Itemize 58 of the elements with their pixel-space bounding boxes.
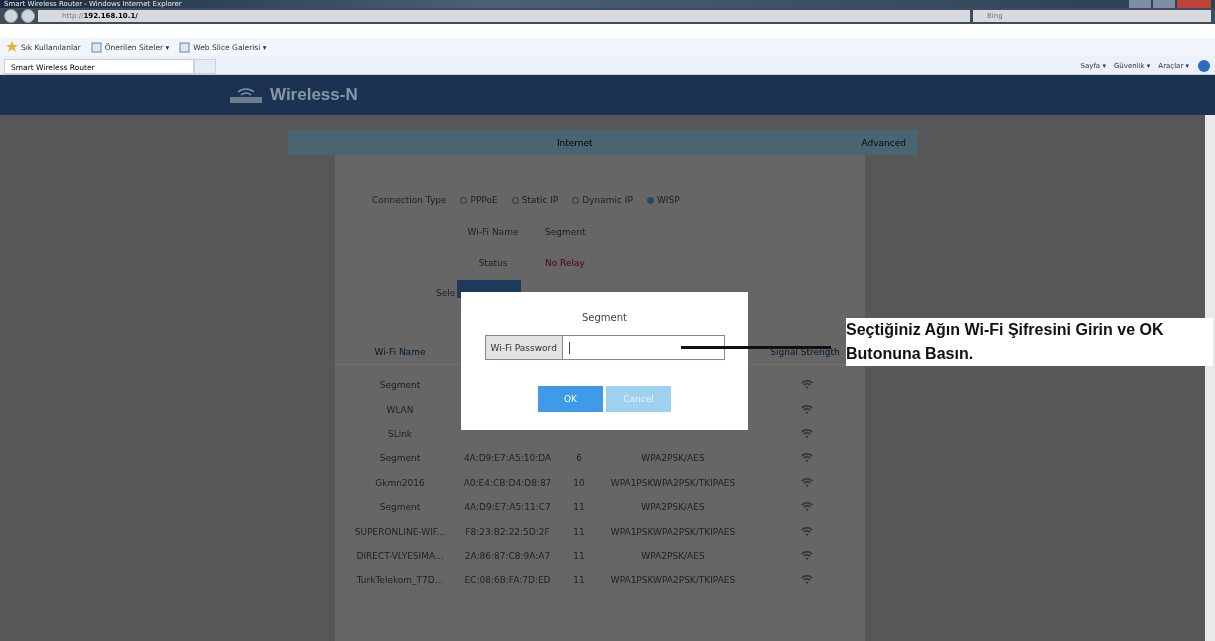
column-header: Wi-Fi Name (373, 347, 427, 357)
table-cell-text: EC:08:6B:FA:7D:ED (463, 575, 552, 586)
field-value: Segment (545, 226, 586, 237)
table-cell-text: 11 (572, 575, 586, 586)
table-cell-text: 11 (572, 502, 586, 513)
page-icon (179, 41, 191, 53)
table-cell-text: SUPERONLINE-WIF... (353, 526, 447, 537)
scrollbar[interactable] (1205, 115, 1215, 641)
logo-text: Wireless-N (270, 85, 358, 105)
table-cell-text: 11 (572, 550, 586, 561)
table-cell-text: WPA2PSK/AES (640, 550, 706, 561)
table-cell-text: Segment (378, 502, 422, 513)
new-tab-button[interactable] (194, 59, 216, 74)
table-cell-text: A0:E4:CB:D4:D8:87 (462, 477, 553, 488)
forward-button[interactable] (21, 9, 35, 23)
table-cell-text: WLAN (385, 404, 415, 415)
field-label: Wi-Fi Name (466, 226, 520, 237)
annotation-text: Seçtiğiniz Ağın Wi-Fi Şifresini Girin ve OK Butonuna Basın. (846, 318, 1213, 366)
wifi-signal-icon (800, 549, 813, 560)
wifi-signal-icon (800, 501, 813, 512)
field-label: Sele (436, 288, 456, 298)
table-cell-text: 6 (575, 453, 583, 464)
dialog-title: Segment (582, 312, 627, 323)
table-cell-text: 4A:D9:E7:A5:11:C7 (463, 502, 552, 513)
table-cell-text: WPA2PSK/AES (640, 453, 706, 464)
back-button[interactable] (4, 9, 18, 23)
table-cell-text: DIRECT-VLYESIMA... (355, 550, 445, 561)
wifi-signal-icon (800, 427, 813, 438)
table-cell-text: Gkmn2016 (374, 477, 426, 488)
table-cell-text: 11 (572, 526, 586, 537)
star-icon (6, 41, 18, 53)
table-cell-text: WPA1PSKWPA2PSK/TKIPAES (609, 575, 737, 586)
table-cell-text: Segment (378, 380, 422, 391)
maximize-button[interactable] (1153, 0, 1175, 8)
table-cell-text: 2A:86:87:C8:9A:A7 (463, 550, 552, 561)
table-cell-text: 4A:D9:E7:A5:10:DA (462, 453, 553, 464)
wifi-signal-icon (800, 452, 813, 463)
field-label: Connection Type (372, 195, 447, 205)
wifi-signal-icon (800, 574, 813, 585)
help-icon[interactable] (1197, 59, 1211, 73)
table-cell-text: SLink (386, 428, 414, 439)
table-cell-text: Segment (378, 453, 422, 464)
table-cell-text: WPA1PSKWPA2PSK/TKIPAES (609, 526, 737, 537)
table-cell-text: WPA2PSK/AES (640, 502, 706, 513)
table-cell-text: 10 (572, 477, 586, 488)
wifi-signal-icon (800, 525, 813, 536)
page-icon (90, 41, 102, 53)
field-label: Status (477, 257, 509, 268)
status-value: No Relay (545, 257, 585, 268)
close-button[interactable] (1177, 0, 1211, 8)
table-cell-text: F8:23:B2:22:5D:2F (464, 526, 551, 537)
wifi-signal-icon (800, 403, 813, 414)
minimize-button[interactable] (1129, 0, 1151, 8)
wifi-signal-icon (800, 476, 813, 487)
password-field[interactable]: Wi-Fi Password (484, 335, 725, 360)
wifi-signal-icon (800, 379, 813, 390)
table-cell-text: TurkTelekom_T7D... (355, 575, 445, 586)
table-cell-text: WPA1PSKWPA2PSK/TKIPAES (609, 477, 737, 488)
